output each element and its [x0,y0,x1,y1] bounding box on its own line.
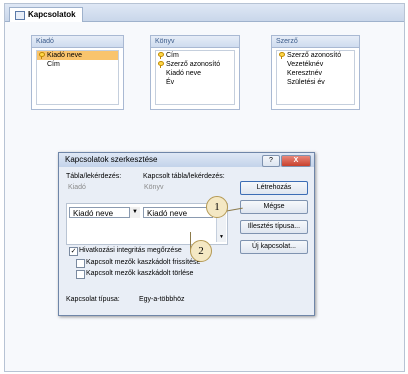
table-szerzo[interactable]: Szerző Szerző azonosító Vezetéknév Keres… [271,35,360,110]
new-relation-button[interactable]: Új kapcsolat... [240,240,308,254]
field-list: Cím Szerző azonosító Kiadó neve Év [155,50,235,105]
cancel-button[interactable]: Mégse [240,200,308,214]
cascade-delete-label: Kapcsolt mezők kaszkádolt törlése [86,270,194,277]
callout-2: 2 [190,240,212,262]
cascade-update-checkbox[interactable] [76,259,85,268]
primary-key-icon [158,61,164,68]
field-mapping-grid: Kiadó neve ▼ Kiadó neve ▲ ▼ [66,203,228,245]
table-title[interactable]: Könyv [151,36,239,48]
field-szerzo-azonosito[interactable]: Szerző azonosító [277,51,354,60]
field-kiado-neve[interactable]: Kiadó neve [156,69,234,78]
related-table-label: Kapcsolt tábla/lekérdezés: [143,173,225,180]
field-list: Szerző azonosító Vezetéknév Keresztnév S… [276,50,355,105]
tab-bar: Kapcsolatok [5,4,404,22]
field-kiado-neve[interactable]: Kiadó neve [37,51,118,60]
table-title[interactable]: Szerző [272,36,359,48]
table-konyv[interactable]: Könyv Cím Szerző azonosító Kiadó neve Év [150,35,240,110]
tab-label: Kapcsolatok [28,10,76,19]
table-title[interactable]: Kiadó [32,36,123,48]
close-button[interactable]: X [281,155,311,167]
related-table-value: Könyv [144,184,164,191]
field-cim[interactable]: Cím [156,51,234,60]
field-szuletesi-ev[interactable]: Születési év [277,78,354,87]
field-keresztnev[interactable]: Keresztnév [277,69,354,78]
primary-key-icon [39,52,45,59]
referential-integrity-label: Hivatkozási integritás megőrzése [79,247,182,254]
referential-integrity-checkbox[interactable]: ✓ [69,247,78,256]
field-cim[interactable]: Cím [37,60,118,69]
field-vezeteknev[interactable]: Vezetéknév [277,60,354,69]
field-list: Kiadó neve Cím [36,50,119,105]
scroll-down-icon[interactable]: ▼ [217,233,226,242]
relationships-icon [15,11,25,20]
help-button[interactable]: ? [262,155,280,167]
cascade-delete-checkbox[interactable] [76,270,85,279]
right-field-select[interactable]: Kiadó neve [143,207,213,218]
callout-1: 1 [206,196,228,218]
field-szerzo-azonosito[interactable]: Szerző azonosító [156,60,234,69]
table-kiado[interactable]: Kiadó Kiadó neve Cím [31,35,124,110]
edit-relationships-dialog: Kapcsolatok szerkesztése ? X Tábla/lekér… [58,152,315,316]
tab-kapcsolatok[interactable]: Kapcsolatok [9,7,83,22]
join-type-button[interactable]: Illesztés típusa... [240,220,308,234]
cascade-update-label: Kapcsolt mezők kaszkádolt frissítése [86,259,201,266]
relation-type-label: Kapcsolat típusa: [66,296,120,303]
create-button[interactable]: Létrehozás [240,181,308,195]
table-value: Kiadó [68,184,86,191]
chevron-down-icon[interactable]: ▼ [129,207,140,218]
relation-type-value: Egy-a-többhöz [139,296,185,303]
table-query-label: Tábla/lekérdezés: [66,173,122,180]
field-ev[interactable]: Év [156,78,234,87]
primary-key-icon [158,52,164,59]
primary-key-icon [279,52,285,59]
